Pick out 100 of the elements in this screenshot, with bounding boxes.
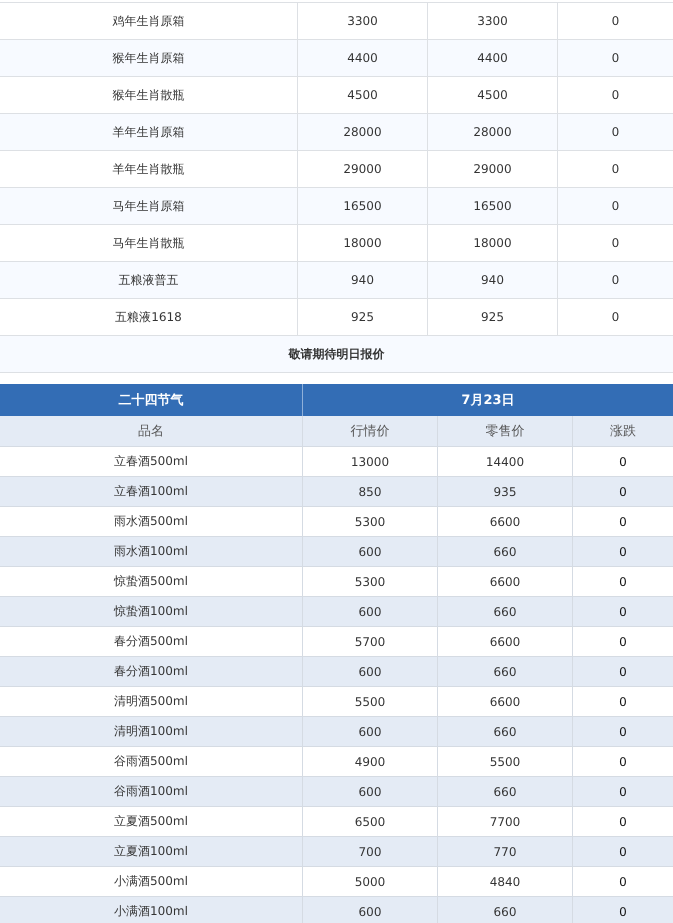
table-cell: 600 [303, 657, 438, 686]
table-cell-text: 0 [610, 309, 620, 326]
table-cell: 惊蛰酒500ml [0, 567, 303, 596]
table-cell-text: 0 [610, 124, 620, 141]
table-cell: 春分酒100ml [0, 657, 303, 686]
table-cell: 660 [438, 897, 573, 923]
table-cell: 6500 [303, 807, 438, 836]
table-cell: 五粮液普五 [0, 262, 298, 298]
table-cell: 850 [303, 477, 438, 506]
table-cell: 马年生肖散瓶 [0, 225, 298, 261]
table-cell: 29000 [428, 151, 558, 187]
table-cell: 925 [428, 299, 558, 335]
table-cell-text: 0 [618, 754, 628, 770]
table-cell: 16500 [298, 188, 428, 224]
table-cell: 660 [438, 777, 573, 806]
table-cell: 4900 [303, 747, 438, 776]
table-cell-text: 0 [618, 814, 628, 830]
table-cell: 4400 [298, 40, 428, 76]
table-cell: 29000 [298, 151, 428, 187]
table-cell-text: 0 [618, 484, 628, 500]
table-cell: 770 [438, 837, 573, 866]
table-cell: 5300 [303, 507, 438, 536]
notice-row: 敬请期待明日报价 [0, 336, 673, 373]
table-cell: 6600 [438, 567, 573, 596]
table-cell-text: 0 [618, 724, 628, 740]
table-cell: 700 [303, 837, 438, 866]
table-cell: 660 [438, 597, 573, 626]
table-cell: 660 [438, 657, 573, 686]
column-header: 涨跌 [609, 423, 637, 441]
table-cell: 7700 [438, 807, 573, 836]
table-cell: 立春酒100ml [0, 477, 303, 506]
table-cell-text: 0 [618, 694, 628, 710]
table-cell: 清明酒100ml [0, 717, 303, 746]
table-cell-text: 0 [618, 784, 628, 800]
table-cell: 羊年生肖散瓶 [0, 151, 298, 187]
table-cell: 立夏酒100ml [0, 837, 303, 866]
table-cell: 4400 [428, 40, 558, 76]
table-cell: 5300 [303, 567, 438, 596]
table-cell-text: 0 [618, 544, 628, 560]
table-cell: 660 [438, 537, 573, 566]
table-cell: 18000 [428, 225, 558, 261]
table-cell: 谷雨酒100ml [0, 777, 303, 806]
table-cell: 惊蛰酒100ml [0, 597, 303, 626]
table-cell: 雨水酒100ml [0, 537, 303, 566]
table-cell-text: 0 [610, 13, 620, 30]
table-cell: 五粮液1618 [0, 299, 298, 335]
table-cell: 6600 [438, 627, 573, 656]
table-cell-text: 0 [618, 634, 628, 650]
table-cell: 600 [303, 537, 438, 566]
table-cell: 600 [303, 897, 438, 923]
table-cell: 3300 [298, 3, 428, 39]
table-cell-text: 0 [618, 514, 628, 530]
table-cell: 600 [303, 597, 438, 626]
table-cell-text: 0 [610, 50, 620, 67]
table-cell: 猴年生肖散瓶 [0, 77, 298, 113]
table-cell-text: 0 [618, 904, 628, 920]
table-cell: 春分酒500ml [0, 627, 303, 656]
table-cell-text: 0 [618, 574, 628, 590]
table-cell: 立春酒500ml [0, 447, 303, 476]
table-cell: 935 [438, 477, 573, 506]
table-cell: 18000 [298, 225, 428, 261]
table-cell: 940 [298, 262, 428, 298]
column-header: 零售价 [438, 416, 573, 446]
table-cell: 小满酒100ml [0, 897, 303, 923]
table-cell: 14400 [438, 447, 573, 476]
table-cell-text: 0 [610, 87, 620, 104]
table-cell-text: 0 [610, 161, 620, 178]
table-cell: 6600 [438, 507, 573, 536]
table-cell: 925 [298, 299, 428, 335]
table-cell: 鸡年生肖原箱 [0, 3, 298, 39]
table-cell: 4500 [428, 77, 558, 113]
table-cell: 小满酒500ml [0, 867, 303, 896]
table-cell-text: 0 [610, 235, 620, 252]
table-cell: 28000 [298, 114, 428, 150]
table-cell: 立夏酒500ml [0, 807, 303, 836]
table-cell-text: 0 [618, 454, 628, 470]
table-cell: 羊年生肖原箱 [0, 114, 298, 150]
table-cell: 清明酒500ml [0, 687, 303, 716]
table-cell: 600 [303, 777, 438, 806]
table-cell: 16500 [428, 188, 558, 224]
table-cell: 马年生肖原箱 [0, 188, 298, 224]
table-cell-text: 0 [618, 874, 628, 890]
table-cell: 猴年生肖原箱 [0, 40, 298, 76]
table-cell: 940 [428, 262, 558, 298]
table-cell: 5000 [303, 867, 438, 896]
table-cell: 28000 [428, 114, 558, 150]
column-header: 品名 [0, 416, 303, 446]
table-cell: 雨水酒500ml [0, 507, 303, 536]
table-cell-text: 0 [618, 604, 628, 620]
table-cell: 3300 [428, 3, 558, 39]
table-cell-text: 0 [610, 272, 620, 289]
table-cell: 谷雨酒500ml [0, 747, 303, 776]
table-cell: 4840 [438, 867, 573, 896]
table-cell: 4500 [298, 77, 428, 113]
table-cell: 5500 [438, 747, 573, 776]
table-cell: 660 [438, 717, 573, 746]
table-cell: 5700 [303, 627, 438, 656]
table-cell: 5500 [303, 687, 438, 716]
table-cell-text: 0 [618, 844, 628, 860]
table-cell: 6600 [438, 687, 573, 716]
